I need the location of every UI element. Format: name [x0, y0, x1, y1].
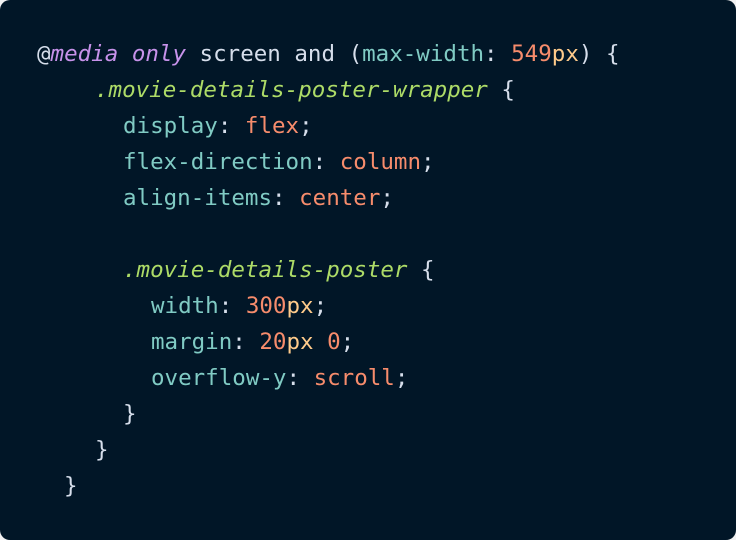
code-snippet-card: @media only screen and (max-width: 549px… — [0, 0, 736, 540]
code-token-plain: : — [218, 293, 246, 319]
code-token-plain: ; — [421, 149, 435, 175]
code-token-plain: screen — [186, 41, 295, 67]
code-token-plain: : — [272, 185, 300, 211]
code-token-prop: width — [151, 293, 219, 319]
code-line: overflow-y: scroll; — [37, 360, 620, 396]
code-token-plain: { — [487, 77, 515, 103]
code-token-value: flex — [244, 113, 300, 139]
code-token-prop: display — [123, 113, 218, 139]
code-token-plain: : — [217, 113, 245, 139]
code-token-number: 300 — [245, 293, 287, 319]
code-token-plain: ( — [335, 41, 363, 67]
code-token-at: @ — [37, 41, 51, 67]
code-line: .movie-details-poster { — [37, 252, 620, 288]
code-token-prop: flex-direction — [123, 149, 313, 175]
code-token-plain: } — [95, 437, 109, 463]
code-line: margin: 20px 0; — [37, 324, 620, 360]
code-line: align-items: center; — [37, 180, 620, 216]
code-line: @media only screen and (max-width: 549px… — [37, 36, 620, 72]
code-line: } — [37, 396, 620, 432]
code-line: width: 300px; — [37, 288, 620, 324]
code-line: flex-direction: column; — [37, 144, 620, 180]
code-token-value: scroll — [313, 365, 395, 391]
code-block: @media only screen and (max-width: 549px… — [37, 36, 620, 504]
code-token-plain: ; — [313, 293, 328, 319]
code-token-plain: : — [286, 365, 314, 391]
code-token-plain: and — [294, 41, 336, 67]
code-token-selector: .movie-details-poster-wrapper — [95, 77, 488, 103]
code-token-value: column — [339, 149, 422, 175]
code-token-value: center — [299, 185, 381, 211]
code-token-plain: : — [312, 149, 340, 175]
code-line: } — [37, 468, 620, 504]
code-token-plain: } — [123, 401, 137, 427]
code-token-selector: .movie-details-poster — [123, 257, 408, 283]
code-token-keyword: only — [131, 41, 187, 67]
code-token-prop: max-width — [362, 41, 485, 67]
code-token-keyword: media — [50, 41, 119, 67]
code-token-plain: ; — [380, 185, 394, 211]
code-token-plain: ; — [394, 365, 409, 391]
code-line: .movie-details-poster-wrapper { — [37, 72, 620, 108]
code-token-plain: ; — [299, 113, 313, 139]
code-token-number: 549 — [511, 41, 552, 67]
code-line: display: flex; — [37, 108, 620, 144]
code-token-plain: { — [407, 257, 435, 283]
code-token-plain: } — [64, 473, 78, 499]
code-token-number: 20 — [259, 329, 287, 355]
code-token-unit: px — [286, 293, 314, 319]
code-token-unit: px — [286, 329, 328, 355]
code-token-number: 0 — [327, 329, 341, 355]
code-token-plain: : — [232, 329, 260, 355]
code-token-prop: margin — [151, 329, 233, 355]
code-token-plain: ; — [340, 329, 355, 355]
code-token-unit: px — [551, 41, 579, 67]
code-line: } — [37, 432, 620, 468]
code-token-prop: align-items — [123, 185, 273, 211]
code-token-plain: ) { — [578, 41, 620, 67]
code-token-prop: overflow-y — [151, 365, 287, 391]
code-token-plain: : — [484, 41, 512, 67]
